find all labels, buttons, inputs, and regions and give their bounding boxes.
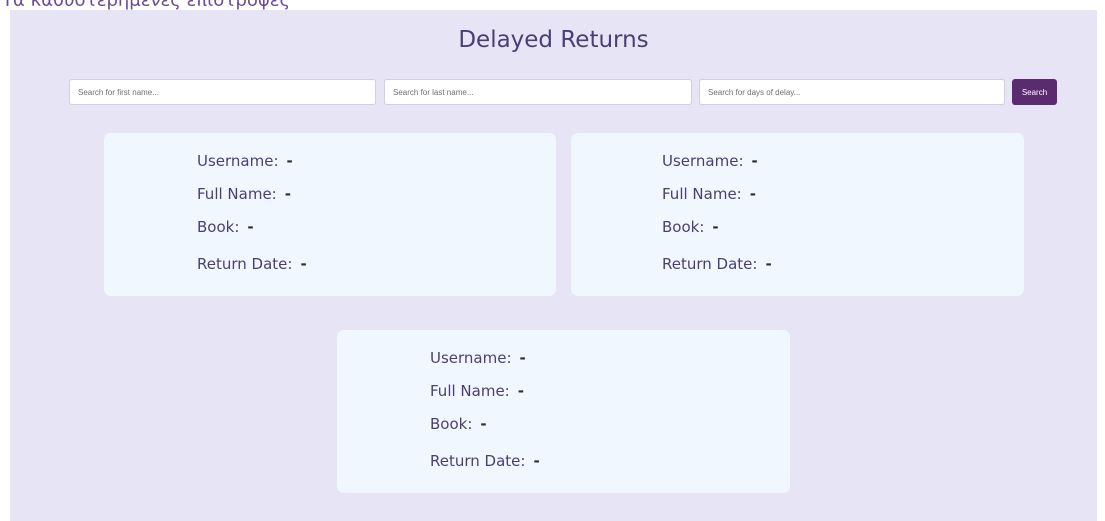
page-title: Delayed Returns: [458, 27, 649, 53]
full-name-value: -: [284, 185, 291, 203]
first-name-search-input[interactable]: [69, 79, 376, 105]
username-value: -: [519, 349, 526, 367]
username-label: Username:: [430, 349, 512, 367]
last-name-search-input[interactable]: [384, 79, 692, 105]
username-label: Username:: [662, 152, 744, 170]
return-date-label: Return Date:: [430, 452, 526, 470]
full-name-value: -: [517, 382, 524, 400]
delayed-returns-panel: Delayed Returns Search Username:- Full N…: [10, 10, 1097, 521]
username-value: -: [751, 152, 758, 170]
full-name-value: -: [749, 185, 756, 203]
delayed-return-card: Username: - Full Name: - Book: - Return Dat…: [571, 133, 1024, 296]
full-name-label: Full Name:: [430, 382, 510, 400]
book-field: Book: -: [197, 218, 254, 236]
username-value: -: [286, 152, 293, 170]
return-date-value: -: [765, 255, 772, 273]
book-label: Book:: [430, 415, 473, 433]
return-date-value: -: [300, 255, 307, 273]
return-date-value: -: [533, 452, 540, 470]
return-date-label: Return Date:: [662, 255, 758, 273]
return-date-label: Return Date:: [197, 255, 293, 273]
delayed-return-card: Username: - Full Name: - Book: - Return Dat…: [104, 133, 556, 296]
full-name-label: Full Name:: [197, 185, 277, 203]
book-value: -: [712, 218, 719, 236]
book-field: Book: -: [430, 415, 487, 433]
book-value: -: [247, 218, 254, 236]
delayed-return-card: Username: - Full Name: - Book: - Return Dat…: [337, 330, 790, 493]
book-label: Book:: [197, 218, 240, 236]
return-date-field: Return Date: -: [197, 255, 307, 273]
username-label: Username:: [197, 152, 279, 170]
search-button[interactable]: Search: [1012, 79, 1057, 105]
book-label: Book:: [662, 218, 705, 236]
search-bar: Search: [69, 79, 1059, 105]
username-field: Username: -: [197, 152, 293, 170]
username-field: Username: -: [430, 349, 526, 367]
return-date-field: Return Date: -: [430, 452, 540, 470]
full-name-field: Full Name: -: [662, 185, 756, 203]
username-field: Username: -: [662, 152, 758, 170]
full-name-field: Full Name: -: [430, 382, 524, 400]
full-name-label: Full Name:: [662, 185, 742, 203]
book-field: Book: -: [662, 218, 719, 236]
days-of-delay-search-input[interactable]: [699, 79, 1005, 105]
full-name-field: Full Name: -: [197, 185, 291, 203]
book-value: -: [480, 415, 487, 433]
return-date-field: Return Date: -: [662, 255, 772, 273]
